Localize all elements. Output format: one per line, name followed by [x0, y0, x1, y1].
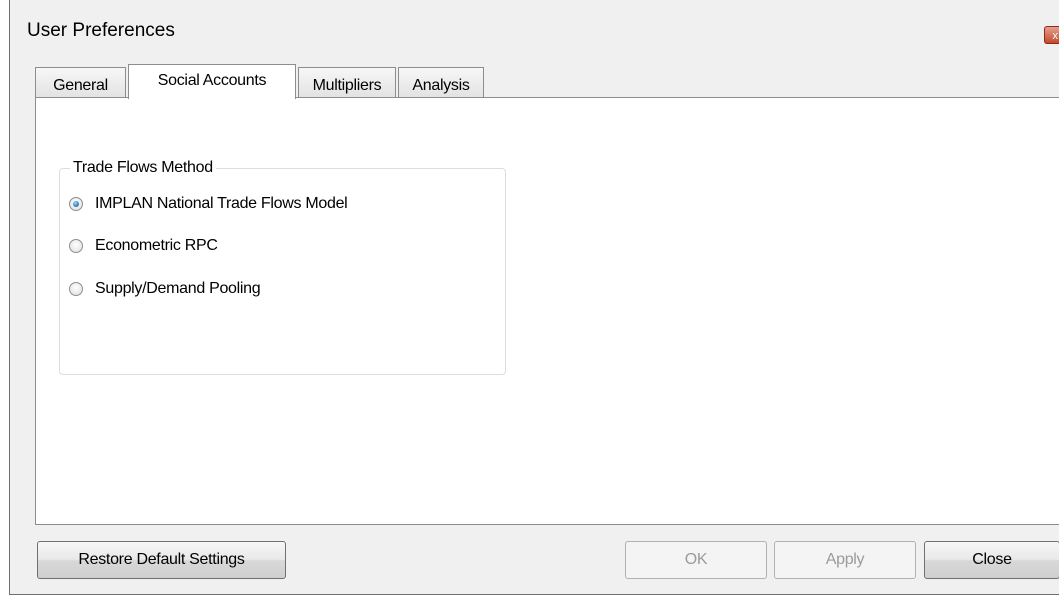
close-button[interactable]: Close [924, 541, 1059, 579]
radio-unchecked-icon[interactable] [69, 239, 83, 253]
tab-general[interactable]: General [35, 67, 126, 98]
trade-flows-method-group: Trade Flows Method IMPLAN National Trade… [59, 157, 506, 375]
radio-checked-icon[interactable] [69, 197, 83, 211]
close-icon[interactable]: x [1044, 26, 1059, 44]
group-legend: Trade Flows Method [70, 157, 216, 179]
radio-label[interactable]: Supply/Demand Pooling [95, 278, 261, 300]
radio-supply-demand-pooling[interactable]: Supply/Demand Pooling [69, 277, 261, 301]
ok-button[interactable]: OK [625, 541, 767, 579]
apply-button[interactable]: Apply [774, 541, 916, 579]
tab-analysis[interactable]: Analysis [398, 67, 484, 98]
title-bar: User Preferences x [10, 0, 1059, 64]
tab-multipliers[interactable]: Multipliers [298, 67, 396, 98]
tab-strip: General Social Accounts Multipliers Anal… [35, 64, 1059, 99]
radio-implan-national-trade-flows[interactable]: IMPLAN National Trade Flows Model [69, 192, 348, 216]
radio-unchecked-icon[interactable] [69, 282, 83, 296]
social-accounts-panel: Trade Flows Method IMPLAN National Trade… [35, 97, 1059, 525]
radio-label[interactable]: Econometric RPC [95, 235, 218, 257]
window-title: User Preferences [27, 20, 175, 41]
radio-econometric-rpc[interactable]: Econometric RPC [69, 234, 218, 258]
user-preferences-dialog: User Preferences x General Social Accoun… [9, 0, 1059, 595]
tab-social-accounts[interactable]: Social Accounts [128, 64, 296, 99]
restore-default-settings-button[interactable]: Restore Default Settings [37, 541, 286, 579]
radio-label[interactable]: IMPLAN National Trade Flows Model [95, 193, 348, 215]
